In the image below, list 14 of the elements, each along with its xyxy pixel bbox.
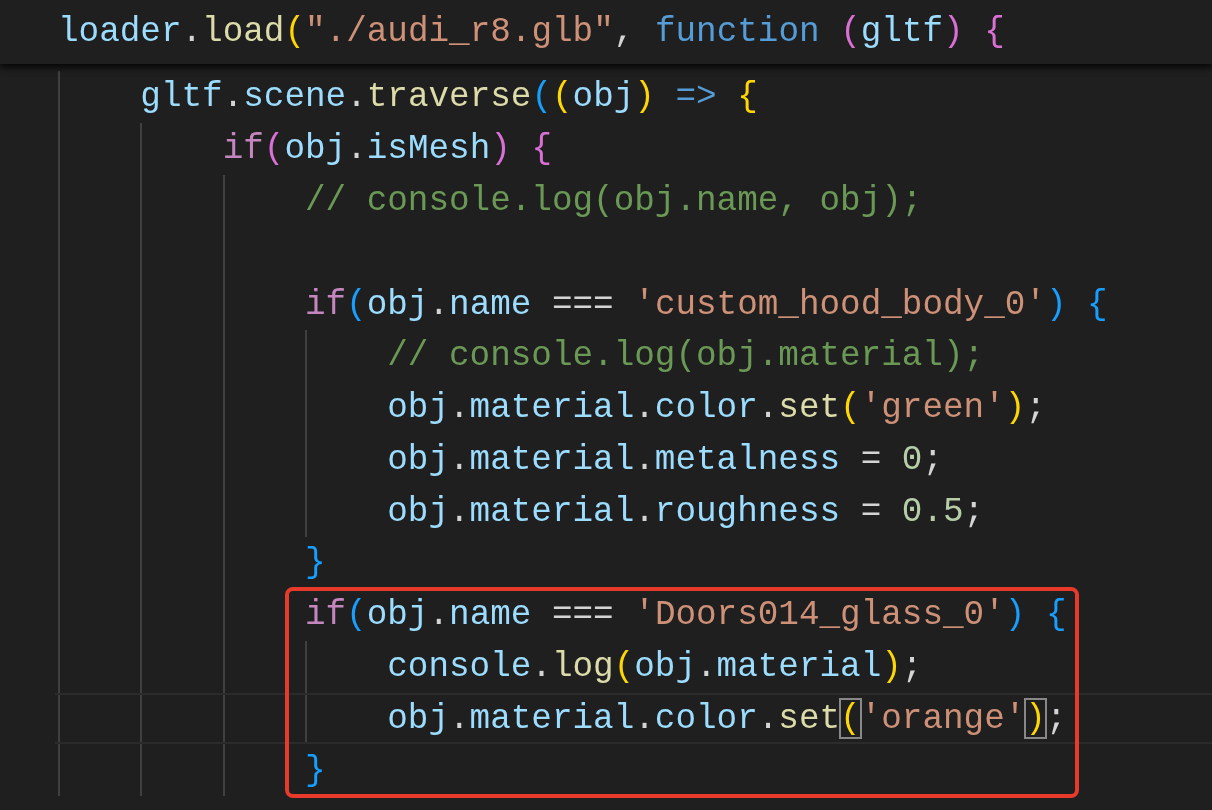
code-line: console.log(obj.material); <box>387 646 923 688</box>
code-line: // console.log(obj.name, obj); <box>304 179 923 222</box>
code-line: obj.material.color.set('green'); <box>387 387 1046 429</box>
code-line: } <box>304 749 326 791</box>
code-line: obj.material.roughness = 0.5; <box>387 490 985 532</box>
code-line: if(obj.name === 'Doors014_glass_0') { <box>304 594 1067 636</box>
code-line: loader.load("./audi_r8.glb", function (gltf) { <box>58 11 1005 53</box>
code-line: obj.material.metalness = 0; <box>387 438 943 481</box>
code-line: if(obj.isMesh) { <box>222 128 552 170</box>
code-line: gltf.scene.traverse((obj) => { <box>140 76 758 118</box>
code-line: // console.log(obj.material); <box>387 335 985 377</box>
code-line: } <box>304 542 326 584</box>
code-line: obj.material.color.set('orange'); <box>387 697 1067 740</box>
code-line: if(obj.name === 'custom_hood_body_0') { <box>304 283 1108 325</box>
